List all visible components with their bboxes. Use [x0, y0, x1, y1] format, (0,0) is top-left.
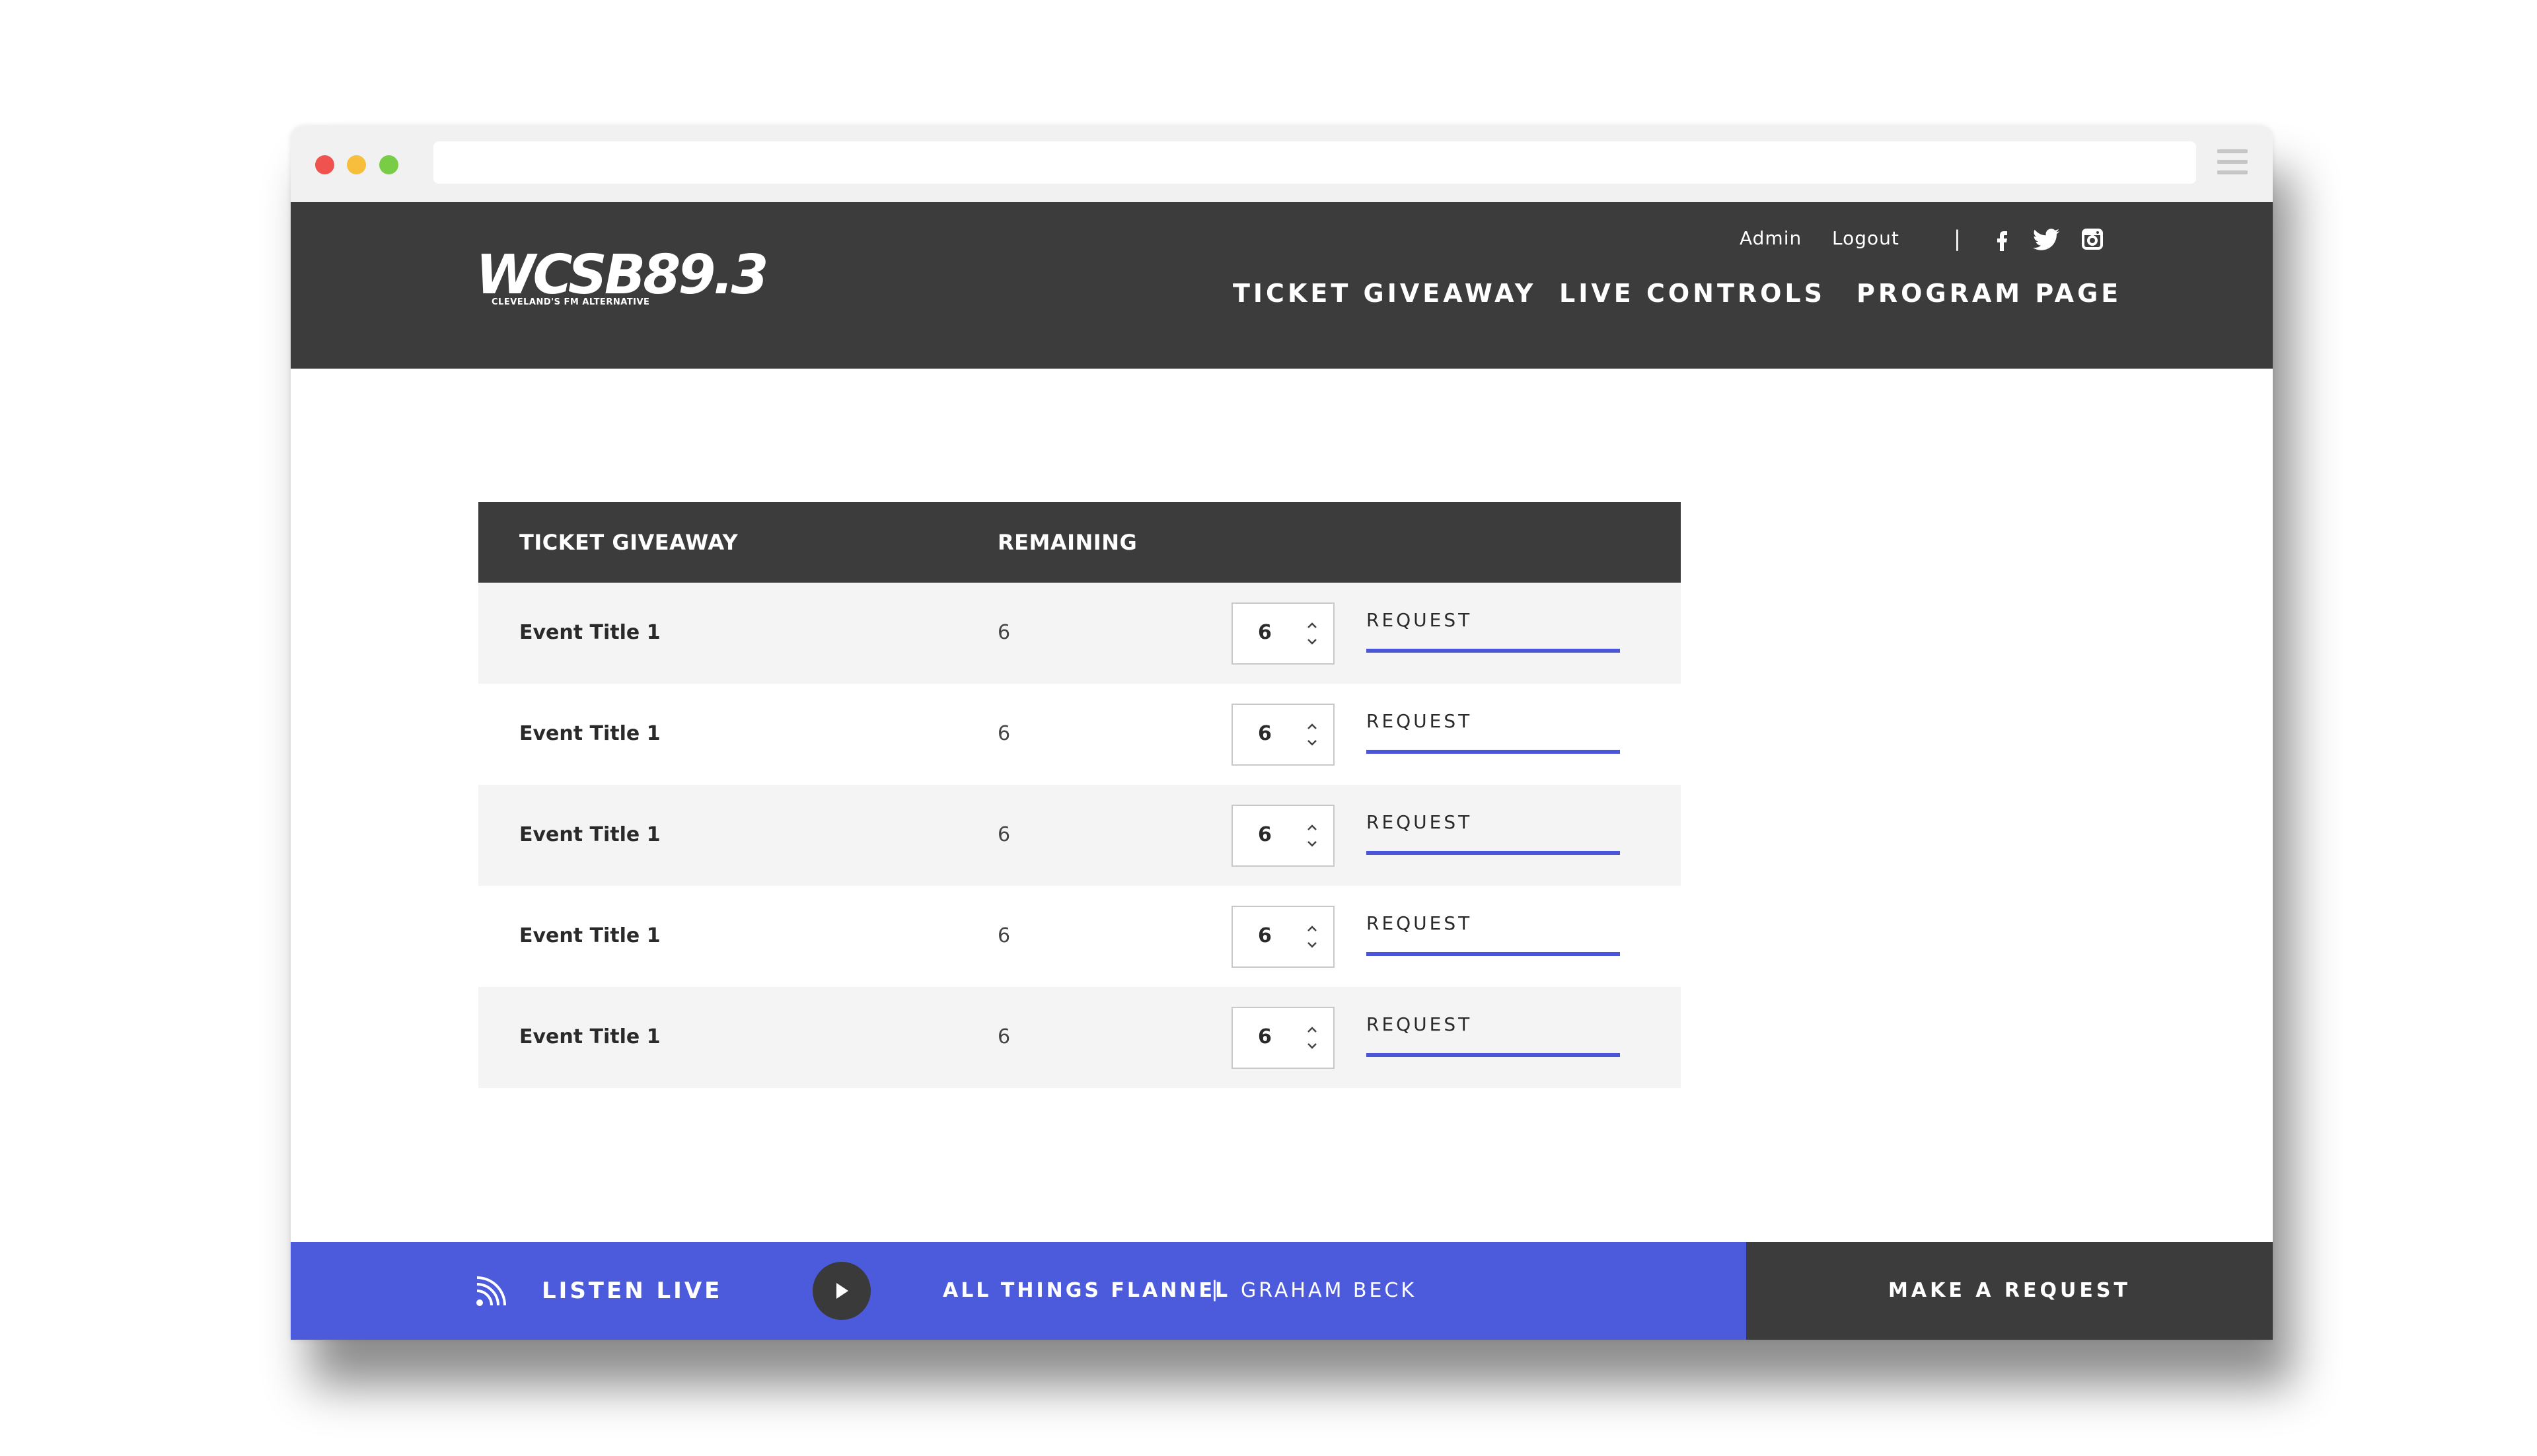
nav-program-page[interactable]: PROGRAM PAGE: [1857, 279, 2121, 308]
twitter-icon[interactable]: [2032, 227, 2061, 251]
column-header-remaining: REMAINING: [998, 530, 1138, 555]
request-label: REQUEST: [1366, 1013, 1473, 1035]
request-button[interactable]: REQUEST: [1366, 1013, 1620, 1057]
hamburger-menu-icon[interactable]: [2217, 149, 2248, 174]
request-button[interactable]: REQUEST: [1366, 811, 1620, 855]
nav-ticket-giveaway[interactable]: TICKET GIVEAWAY: [1233, 279, 1536, 308]
rss-icon: [476, 1276, 506, 1306]
request-label: REQUEST: [1366, 710, 1473, 732]
request-underline: [1366, 851, 1620, 855]
stepper-arrows-icon[interactable]: [1304, 618, 1320, 649]
nav-live-controls[interactable]: LIVE CONTROLS: [1559, 279, 1825, 308]
column-header-ticket-giveaway: TICKET GIVEAWAY: [519, 530, 739, 555]
remaining-count: 6: [998, 924, 1011, 947]
facebook-icon[interactable]: [1991, 227, 2014, 251]
site-header: WCSB89.3 CLEVELAND'S FM ALTERNATIVE Admi…: [291, 202, 2273, 369]
main-nav: TICKET GIVEAWAY LIVE CONTROLS PROGRAM PA…: [291, 279, 2273, 318]
quantity-stepper[interactable]: 6: [1232, 805, 1335, 867]
table-row: Event Title 1 6 6 REQUEST: [478, 785, 1681, 886]
request-button[interactable]: REQUEST: [1366, 609, 1620, 653]
table-row: Event Title 1 6 6 REQUEST: [478, 886, 1681, 987]
address-bar[interactable]: [433, 141, 2196, 184]
request-underline: [1366, 952, 1620, 956]
quantity-stepper[interactable]: 6: [1232, 704, 1335, 766]
request-button[interactable]: REQUEST: [1366, 710, 1620, 754]
remaining-count: 6: [998, 1025, 1011, 1048]
request-underline: [1366, 1053, 1620, 1057]
player-bar: LISTEN LIVE ALL THINGS FLANNEL | GRAHAM …: [291, 1242, 2273, 1340]
browser-window: WCSB89.3 CLEVELAND'S FM ALTERNATIVE Admi…: [291, 126, 2273, 1340]
close-window-button[interactable]: [315, 155, 334, 174]
table-row: Event Title 1 6 6 REQUEST: [478, 684, 1681, 785]
instagram-icon[interactable]: [2080, 227, 2104, 251]
remaining-count: 6: [998, 823, 1011, 846]
request-label: REQUEST: [1366, 609, 1473, 631]
request-label: REQUEST: [1366, 912, 1473, 934]
request-underline: [1366, 649, 1620, 653]
stepper-arrows-icon[interactable]: [1304, 820, 1320, 851]
event-title: Event Title 1: [519, 823, 661, 846]
remaining-count: 6: [998, 621, 1011, 644]
play-button[interactable]: [813, 1262, 871, 1320]
play-icon: [836, 1283, 848, 1299]
event-title: Event Title 1: [519, 621, 661, 644]
stepper-arrows-icon[interactable]: [1304, 922, 1320, 952]
quantity-value: 6: [1258, 924, 1272, 947]
request-underline: [1366, 750, 1620, 754]
admin-link[interactable]: Admin: [1740, 227, 1802, 249]
quantity-stepper[interactable]: 6: [1232, 602, 1335, 665]
now-playing-separator: |: [1211, 1276, 1218, 1301]
stepper-arrows-icon[interactable]: [1304, 1023, 1320, 1053]
listen-live-bar: LISTEN LIVE ALL THINGS FLANNEL | GRAHAM …: [291, 1242, 1746, 1340]
now-playing-show: ALL THINGS FLANNEL: [943, 1279, 1231, 1302]
minimize-window-button[interactable]: [347, 155, 366, 174]
quantity-value: 6: [1258, 823, 1272, 846]
event-title: Event Title 1: [519, 722, 661, 745]
make-request-button[interactable]: MAKE A REQUEST: [1746, 1242, 2273, 1340]
listen-live-label[interactable]: LISTEN LIVE: [542, 1278, 722, 1304]
quantity-value: 6: [1258, 1025, 1272, 1048]
table-row: Event Title 1 6 6 REQUEST: [478, 987, 1681, 1088]
event-title: Event Title 1: [519, 924, 661, 947]
browser-chrome: [291, 126, 2273, 203]
utility-separator: |: [1954, 226, 1961, 251]
logout-link[interactable]: Logout: [1832, 227, 1899, 249]
make-request-label: MAKE A REQUEST: [1888, 1279, 2131, 1302]
now-playing-host: GRAHAM BECK: [1241, 1279, 1417, 1302]
request-button[interactable]: REQUEST: [1366, 912, 1620, 956]
table-header: TICKET GIVEAWAY REMAINING: [478, 502, 1681, 583]
remaining-count: 6: [998, 722, 1011, 745]
table-row: Event Title 1 6 6 REQUEST: [478, 583, 1681, 684]
quantity-stepper[interactable]: 6: [1232, 906, 1335, 968]
stepper-arrows-icon[interactable]: [1304, 719, 1320, 750]
request-label: REQUEST: [1366, 811, 1473, 833]
ticket-giveaway-table: TICKET GIVEAWAY REMAINING Event Title 1 …: [478, 502, 1681, 1088]
quantity-value: 6: [1258, 722, 1272, 745]
quantity-value: 6: [1258, 621, 1272, 644]
maximize-window-button[interactable]: [379, 155, 398, 174]
event-title: Event Title 1: [519, 1025, 661, 1048]
quantity-stepper[interactable]: 6: [1232, 1007, 1335, 1069]
